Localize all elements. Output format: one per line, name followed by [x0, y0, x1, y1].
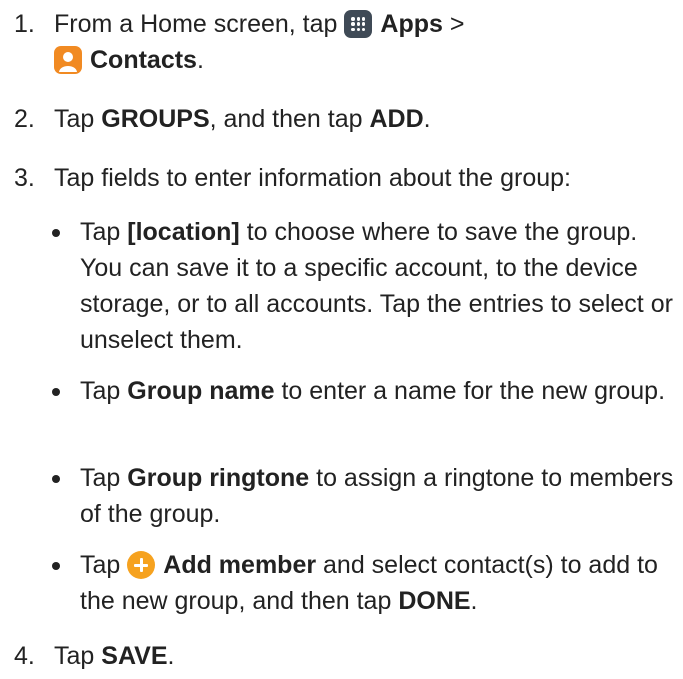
- step-4: 4. Tap SAVE.: [14, 638, 674, 674]
- bullet-dot: [52, 388, 60, 396]
- step-text-part: , and then tap: [209, 105, 370, 133]
- bullet-group-name: Tap Group name to enter a name for the n…: [52, 373, 677, 409]
- add-label: ADD: [369, 105, 424, 133]
- bullet-text-part: Tap: [80, 464, 128, 492]
- bullet-dot: [52, 229, 60, 237]
- bullet-text: Tap Group ringtone to assign a ringtone …: [80, 460, 677, 532]
- instructions-document: 1. From a Home screen, tap Apps > Contac…: [0, 0, 683, 679]
- bullet-location: Tap [location] to choose where to save t…: [52, 214, 677, 358]
- bullet-text-part: Tap: [80, 377, 128, 405]
- groups-label: GROUPS: [101, 105, 210, 133]
- step-text-part: Tap: [54, 105, 102, 133]
- save-label: SAVE: [101, 642, 168, 670]
- group-ringtone-label: Group ringtone: [127, 464, 310, 492]
- step-number: 1.: [14, 10, 35, 38]
- step-3: 3. Tap fields to enter information about…: [14, 160, 674, 196]
- apps-grid-icon: [344, 10, 373, 38]
- bullet-text: Tap Add member and select contact(s) to …: [80, 547, 677, 619]
- step-text-part: Tap: [54, 642, 102, 670]
- step-2: 2. Tap GROUPS, and then tap ADD.: [14, 101, 674, 137]
- bullet-group-ringtone: Tap Group ringtone to assign a ringtone …: [52, 460, 677, 532]
- bullet-dot: [52, 562, 60, 570]
- bullet-add-member: Tap Add member and select contact(s) to …: [52, 547, 677, 619]
- bullet-text-part: Tap: [80, 551, 128, 579]
- location-label: [location]: [127, 218, 240, 246]
- step-number: 4.: [14, 642, 35, 670]
- step-text-part: .: [196, 46, 204, 74]
- bullet-dot: [52, 475, 60, 483]
- bullet-text: Tap Group name to enter a name for the n…: [80, 373, 677, 409]
- step-text: Tap fields to enter information about th…: [54, 164, 571, 192]
- step-text: Tap GROUPS, and then tap ADD.: [54, 101, 674, 137]
- add-plus-icon: [127, 551, 156, 579]
- bullet-text-part: Tap: [80, 218, 128, 246]
- step-text: Tap SAVE.: [54, 638, 674, 674]
- bullet-text-part: to enter a name for the new group.: [274, 377, 666, 405]
- contacts-person-icon: [54, 46, 82, 74]
- step-text-part: From a Home screen, tap: [54, 10, 345, 38]
- bullet-text: Tap [location] to choose where to save t…: [80, 214, 677, 358]
- bullet-text-part: .: [470, 587, 478, 615]
- step-text-part: .: [167, 642, 175, 670]
- step-number: 2.: [14, 105, 35, 133]
- contacts-label: Contacts: [90, 46, 197, 74]
- step-text-part: >: [442, 10, 465, 38]
- add-member-label: Add member: [163, 551, 317, 579]
- step-1: 1. From a Home screen, tap Apps > Contac…: [14, 6, 674, 78]
- step-text-part: .: [423, 105, 431, 133]
- step-number: 3.: [14, 164, 35, 192]
- group-name-label: Group name: [127, 377, 275, 405]
- step-text: From a Home screen, tap Apps > Contacts.: [54, 6, 674, 78]
- apps-label: Apps: [380, 10, 443, 38]
- done-label: DONE: [398, 587, 471, 615]
